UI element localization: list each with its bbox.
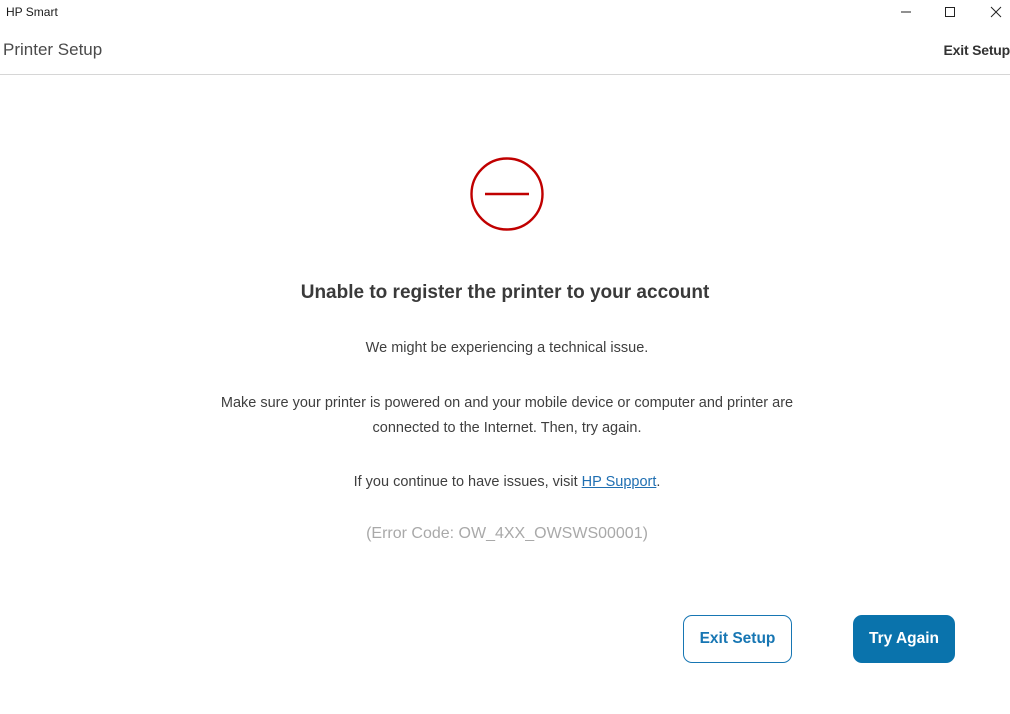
title-bar: HP Smart xyxy=(0,0,1010,24)
exit-setup-link[interactable]: Exit Setup xyxy=(944,42,1010,58)
maximize-icon xyxy=(945,7,955,17)
error-heading: Unable to register the printer to your a… xyxy=(300,282,710,303)
try-again-button[interactable]: Try Again xyxy=(853,615,955,663)
error-code: (Error Code: OW_4XX_OWSWS00001) xyxy=(366,525,648,542)
support-message: If you continue to have issues, visit HP… xyxy=(0,470,1010,495)
close-window-button[interactable] xyxy=(974,0,1010,24)
message-paragraph-2: Make sure your printer is powered on and… xyxy=(0,391,1010,441)
error-minus-circle-icon xyxy=(470,157,544,231)
exit-setup-button[interactable]: Exit Setup xyxy=(683,615,792,663)
page-title: Printer Setup xyxy=(3,40,103,59)
close-icon xyxy=(990,6,1002,18)
minimize-icon xyxy=(901,11,911,13)
page-header: Printer Setup Exit Setup xyxy=(0,24,1010,75)
app-title: HP Smart xyxy=(6,5,58,19)
message-line-3: connected to the Internet. Then, try aga… xyxy=(372,420,642,436)
maximize-button[interactable] xyxy=(928,0,972,24)
support-prefix: If you continue to have issues, visit xyxy=(353,474,582,490)
message-line-1: We might be experiencing a technical iss… xyxy=(365,340,649,356)
hp-support-link[interactable]: HP Support xyxy=(582,474,657,490)
support-suffix: . xyxy=(656,474,661,490)
minimize-button[interactable] xyxy=(884,0,928,24)
message-line-2: Make sure your printer is powered on and… xyxy=(220,395,794,411)
